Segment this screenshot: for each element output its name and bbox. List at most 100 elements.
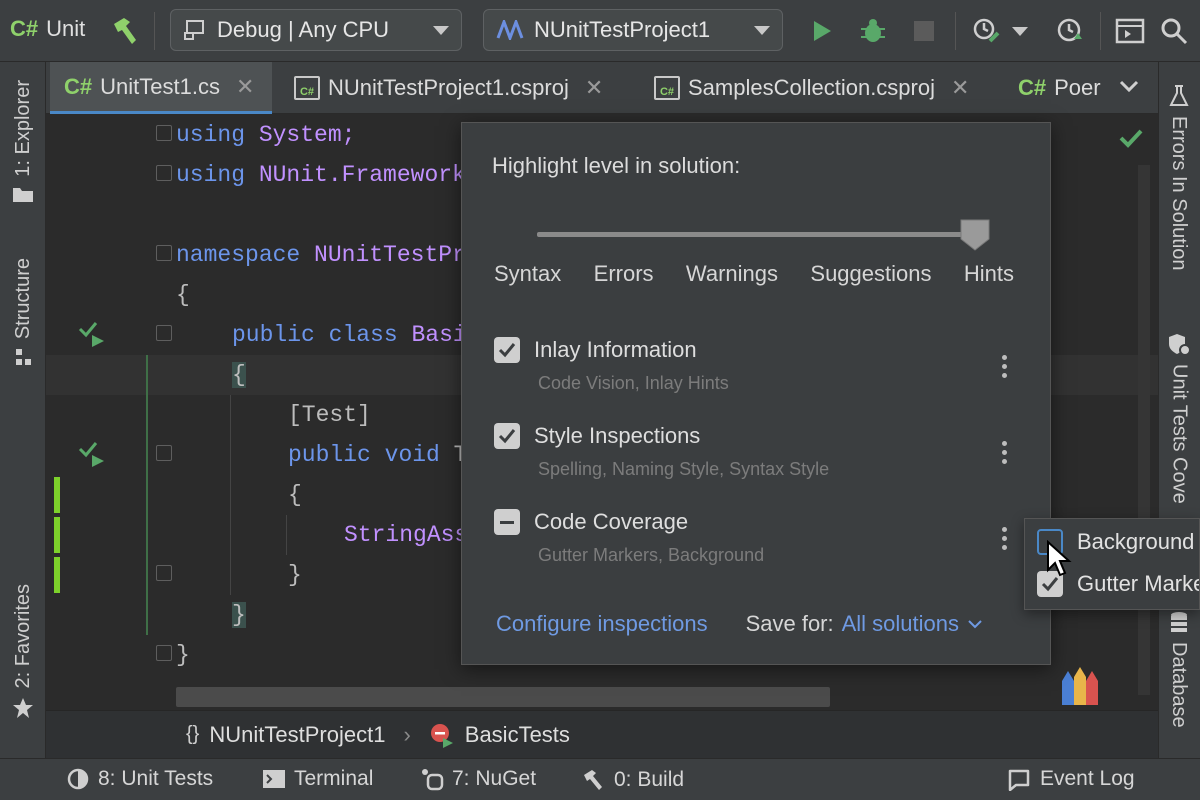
inlay-information-checkbox[interactable] [494, 337, 520, 363]
favorites-label: 2: Favorites [11, 584, 34, 689]
database-icon [1170, 612, 1187, 632]
stop-icon[interactable] [906, 13, 942, 49]
popup-title: Highlight level in solution: [492, 153, 741, 178]
more-options-icon[interactable] [1000, 527, 1008, 550]
database-label: Database [1168, 642, 1190, 728]
coverage-gutter-marker [54, 517, 60, 553]
errors-in-solution-tab[interactable]: Errors In Solution [1167, 84, 1190, 271]
structure-icon [16, 349, 31, 366]
project-selector[interactable]: C# Unit [10, 16, 85, 42]
level-errors[interactable]: Errors [594, 261, 654, 287]
tabs-overflow-chevron-icon[interactable] [1118, 78, 1140, 99]
highlight-level-popup: Highlight level in solution: Syntax Erro… [461, 122, 1051, 665]
fold-marker[interactable] [156, 645, 172, 661]
code-line: { [176, 282, 190, 308]
code-line: namespace NUnitTestPr [176, 242, 466, 268]
flask-icon [1168, 85, 1189, 106]
unit-tests-coverage-tab[interactable]: Unit Tests Cove [1167, 332, 1191, 504]
build-config-combo[interactable]: Debug | Any CPU [170, 9, 462, 51]
chevron-down-icon[interactable] [967, 618, 983, 630]
option-label: Code Coverage [534, 509, 689, 534]
code-line: } [232, 595, 246, 635]
unit-tests-tool-button[interactable]: 8: Unit Tests [66, 767, 213, 791]
structure-tool-tab[interactable]: Structure [4, 258, 42, 367]
close-icon[interactable]: ✕ [951, 75, 969, 101]
chevron-down-icon[interactable] [1010, 13, 1030, 49]
fold-marker[interactable] [156, 565, 172, 581]
configure-inspections-link[interactable]: Configure inspections [496, 611, 708, 637]
code-line: using NUnit.Framework [176, 162, 466, 188]
fold-marker[interactable] [156, 165, 172, 181]
search-icon[interactable] [1156, 13, 1192, 49]
style-inspections-checkbox[interactable] [494, 423, 520, 449]
run-test-icon[interactable] [78, 439, 106, 467]
coverage-gutter-marker [54, 557, 60, 593]
explorer-tool-tab[interactable]: 1: Explorer [4, 80, 42, 203]
fold-marker[interactable] [156, 245, 172, 261]
tab-unittest1[interactable]: C# UnitTest1.cs ✕ [50, 62, 272, 114]
csharp-tag: C# [64, 73, 93, 99]
chevron-down-icon [754, 25, 770, 35]
class-error-icon [430, 723, 453, 748]
code-line: { [232, 355, 246, 395]
nuget-label: 7: NuGet [452, 767, 537, 790]
mouse-cursor-icon [1046, 539, 1072, 583]
run-icon[interactable] [804, 13, 840, 49]
pencils-icon[interactable] [1058, 665, 1102, 710]
breadcrumb: {} NUnitTestProject1 › BasicTests [46, 710, 1158, 758]
fold-marker[interactable] [156, 445, 172, 461]
layout-icon[interactable] [1112, 13, 1148, 49]
indent-guide [286, 515, 287, 555]
level-syntax[interactable]: Syntax [494, 261, 561, 287]
close-icon[interactable]: ✕ [236, 74, 254, 100]
vertical-scrollbar[interactable] [1138, 165, 1150, 695]
explorer-label: 1: Explorer [11, 80, 34, 177]
event-log-tool-button[interactable]: Event Log [1006, 767, 1135, 791]
editor-tabs: C# UnitTest1.cs ✕ C# NUnitTestProject1.c… [46, 62, 1158, 114]
breadcrumb-class[interactable]: BasicTests [465, 722, 570, 748]
favorites-tool-tab[interactable]: 2: Favorites [4, 584, 42, 720]
fold-marker[interactable] [156, 325, 172, 341]
analysis-ok-icon [1118, 127, 1144, 154]
tab-label: Poer [1054, 75, 1101, 100]
horizontal-scrollbar[interactable] [176, 687, 830, 707]
slider-thumb[interactable] [960, 219, 990, 251]
breadcrumb-namespace[interactable]: NUnitTestProject1 [209, 722, 385, 748]
build-tool-button[interactable]: 0: Build [580, 767, 684, 793]
terminal-tool-button[interactable]: Terminal [262, 767, 373, 791]
run-config-combo[interactable]: NUnitTestProject1 [483, 9, 783, 51]
tab-poer[interactable]: C# Poer [1004, 62, 1124, 114]
debug-icon[interactable] [855, 13, 891, 49]
coverage-icon[interactable] [1052, 13, 1088, 49]
level-suggestions[interactable]: Suggestions [810, 261, 931, 287]
build-config-label: Debug | Any CPU [217, 17, 390, 42]
level-hints[interactable]: Hints [964, 261, 1014, 287]
nuget-icon [422, 769, 444, 791]
code-line: public class Basi [232, 322, 467, 348]
save-for-dropdown[interactable]: All solutions [842, 611, 959, 637]
fold-marker[interactable] [156, 125, 172, 141]
code-coverage-checkbox[interactable] [494, 509, 520, 535]
more-options-icon[interactable] [1000, 355, 1008, 378]
close-icon[interactable]: ✕ [585, 75, 603, 101]
highlight-level-slider[interactable] [537, 232, 977, 237]
option-subtitle: Gutter Markers, Background [538, 545, 765, 565]
profile-icon[interactable] [968, 13, 1004, 49]
hammer-icon [584, 770, 602, 790]
tab-label: UnitTest1.cs [100, 73, 220, 99]
tab-nunit-csproj[interactable]: C# NUnitTestProject1.csproj ✕ [280, 62, 632, 114]
hammer-icon[interactable] [108, 14, 142, 48]
code-line: { [288, 482, 302, 508]
popup-footer: Configure inspections Save for: All solu… [496, 611, 1026, 637]
namespace-icon: {} [186, 723, 200, 745]
scope-guide [146, 355, 148, 635]
level-warnings[interactable]: Warnings [686, 261, 778, 287]
nuget-tool-button[interactable]: 7: NuGet [420, 767, 536, 791]
database-tab[interactable]: Database [1167, 610, 1190, 728]
save-for-label: Save for: [745, 611, 834, 636]
tab-samples-csproj[interactable]: C# SamplesCollection.csproj ✕ [640, 62, 992, 114]
option-label: Style Inspections [534, 423, 701, 448]
tab-label: SamplesCollection.csproj [688, 75, 935, 100]
run-test-icon[interactable] [78, 319, 106, 347]
more-options-icon[interactable] [1000, 441, 1008, 464]
